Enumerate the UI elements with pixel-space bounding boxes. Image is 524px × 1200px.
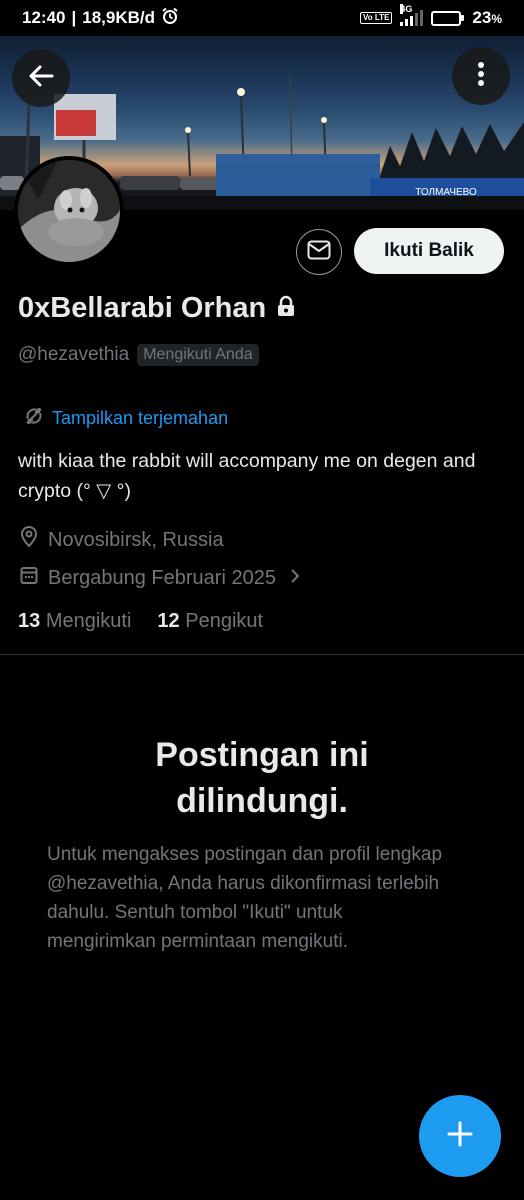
network-type: 4G (400, 4, 413, 14)
more-vertical-icon (477, 61, 485, 92)
display-name: 0xBellarabi Orhan (18, 292, 267, 324)
protected-title-text: Postingan ini dilindungi. (155, 736, 369, 820)
protected-body: Untuk mengakses postingan dan profil len… (47, 844, 443, 952)
lock-icon (276, 295, 296, 322)
status-right: Vo LTE 4G 23% (360, 4, 502, 28)
translate-label: Tampilkan terjemahan (52, 408, 229, 428)
chevron-right-icon (290, 567, 300, 590)
avatar[interactable] (14, 156, 124, 266)
calendar-icon (20, 565, 38, 591)
mail-icon (307, 240, 331, 265)
location-row: Novosibirsk, Russia (20, 526, 224, 554)
separator: | (71, 8, 77, 27)
joined-row[interactable]: Bergabung Februari 2025 (20, 565, 300, 591)
location-pin-icon (20, 526, 38, 554)
joined-text: Bergabung Februari 2025 (48, 566, 276, 589)
followers-stat[interactable]: 12 Pengikut (157, 610, 263, 633)
followers-label: Pengikut (185, 610, 264, 632)
following-label: Mengikuti (45, 610, 132, 632)
follows-you-badge: Mengikuti Anda (137, 344, 259, 366)
bio: with kiaa the rabbit will accompany me o… (18, 450, 476, 502)
followers-count: 12 (157, 610, 180, 632)
follow-stats: 13 Mengikuti 12 Pengikut (18, 610, 263, 633)
more-options-button[interactable] (452, 47, 510, 105)
translate-icon (24, 406, 44, 431)
translate-link[interactable]: Tampilkan terjemahan (24, 406, 228, 431)
back-button[interactable] (12, 49, 70, 107)
plus-icon (447, 1121, 473, 1152)
alarm-icon (161, 7, 179, 30)
battery-icon (431, 10, 465, 26)
location-text: Novosibirsk, Russia (48, 528, 224, 551)
name-row: 0xBellarabi Orhan (18, 292, 296, 325)
compose-button[interactable] (419, 1095, 501, 1177)
signal-icon: 4G (400, 4, 424, 26)
arrow-left-icon (27, 62, 55, 95)
message-button[interactable] (296, 229, 342, 275)
clock: 12:40 (22, 8, 66, 27)
protected-title: Postingan ini dilindungi. (0, 732, 524, 824)
status-bar: 12:40 | 18,9KB/d Vo LTE 4G 23% (0, 0, 524, 36)
handle: @hezavethia (18, 344, 130, 365)
volte-icon: Vo LTE (360, 12, 393, 24)
status-left: 12:40 | 18,9KB/d (22, 7, 179, 30)
avatar-image (18, 160, 120, 262)
battery-percent: 23% (472, 8, 502, 27)
follow-back-button[interactable]: Ikuti Balik (354, 228, 504, 274)
network-speed: 18,9KB/d (82, 8, 155, 27)
following-stat[interactable]: 13 Mengikuti (18, 610, 131, 633)
following-count: 13 (18, 610, 41, 632)
handle-row: @hezavethia Mengikuti Anda (18, 344, 259, 366)
divider (0, 654, 524, 655)
